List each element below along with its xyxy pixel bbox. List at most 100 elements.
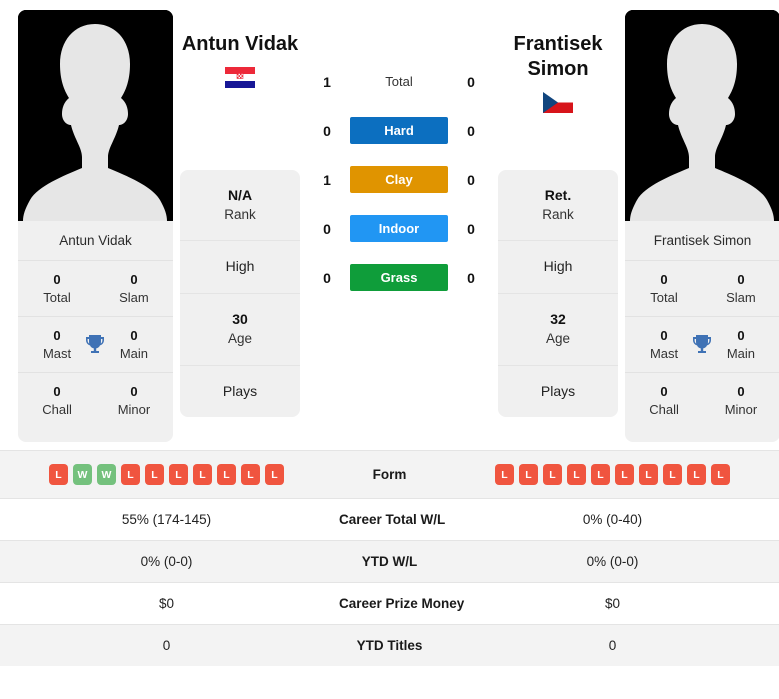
- trophy-icon: [689, 333, 716, 357]
- form-badge-loss[interactable]: L: [591, 464, 610, 486]
- label: Chall: [42, 401, 72, 417]
- form-badge-win[interactable]: W: [97, 464, 116, 486]
- left-player-cell: $0: [158, 596, 175, 612]
- value: 0: [660, 384, 668, 400]
- right-player-card-name: Frantisek Simon: [625, 221, 779, 260]
- form-badge-loss[interactable]: L: [241, 464, 260, 486]
- right-high-block: High: [498, 241, 618, 295]
- form-badge-loss[interactable]: L: [543, 464, 562, 486]
- h2h-row-hard: 0 Hard 0: [304, 117, 494, 144]
- h2h-row-clay: 1 Clay 0: [304, 166, 494, 193]
- form-badge-loss[interactable]: L: [519, 464, 538, 486]
- form-badge-loss[interactable]: L: [193, 464, 212, 486]
- h2h-left-value: 0: [323, 269, 331, 286]
- stat-label-cell: YTD Titles: [356, 638, 423, 654]
- left-total-titles: 0 Total: [32, 271, 82, 306]
- left-rank-label: Rank: [224, 206, 256, 222]
- right-rank-value: Ret.: [544, 187, 572, 203]
- left-slam-titles: 0 Slam: [109, 271, 159, 306]
- label: Total: [650, 289, 678, 305]
- right-total-titles: 0 Total: [639, 271, 689, 306]
- right-rank-label: Rank: [542, 206, 574, 222]
- right-plays-label: Plays: [540, 382, 576, 399]
- left-rank-block: N/A Rank: [180, 170, 300, 242]
- form-badge-loss[interactable]: L: [495, 464, 514, 486]
- left-player-card-name: Antun Vidak: [18, 221, 173, 260]
- right-mast-titles: 0 Mast: [639, 327, 689, 362]
- right-chall-titles: 0 Chall: [639, 383, 689, 418]
- h2h-row-total: 1 Total 0: [304, 68, 494, 95]
- form-badge-loss[interactable]: L: [265, 464, 284, 486]
- left-age-value: 30: [232, 311, 248, 328]
- right-player-cell: LLLLLLLLLL: [446, 451, 779, 499]
- person-silhouette-icon: [18, 10, 173, 221]
- left-form-badges: LWWLLLLLLL: [6, 464, 327, 486]
- left-plays-block: Plays: [180, 366, 300, 418]
- left-player-cell: LWWLLLLLLL: [0, 451, 333, 499]
- form-badge-win[interactable]: W: [73, 464, 92, 486]
- right-player-column: Frantisek Simon 0 Total 0 Slam 0 Mast 0 …: [625, 10, 779, 443]
- form-badge-loss[interactable]: L: [639, 464, 658, 486]
- left-player-cell: 55% (174-145): [121, 512, 212, 528]
- left-player-column: Antun Vidak 0 Total 0 Slam 0 Mast 0 Main…: [18, 10, 173, 443]
- stat-label-cell: Career Prize Money: [339, 596, 465, 612]
- right-titles-grid: 0 Total 0 Slam 0 Mast 0 Main 0 Chall 0 M…: [625, 260, 779, 443]
- left-age-block: 30 Age: [180, 294, 300, 366]
- right-form-badges: LLLLLLLLLL: [452, 464, 773, 486]
- left-player-name: Antun Vidak: [181, 33, 299, 55]
- right-player-cell: 0: [608, 638, 617, 654]
- value: 0: [53, 384, 61, 400]
- right-player-photo: [625, 10, 779, 221]
- form-badge-loss[interactable]: L: [49, 464, 68, 486]
- h2h-left-value: 1: [323, 171, 331, 188]
- form-badge-loss[interactable]: L: [663, 464, 682, 486]
- right-player-cell: 0% (0-40): [582, 512, 643, 528]
- label: Mast: [42, 345, 72, 361]
- right-age-label: Age: [545, 330, 571, 346]
- h2h-surface-label-grass[interactable]: Grass: [350, 264, 448, 291]
- czech-flag-glyph: [543, 92, 573, 113]
- croatia-flag-icon: [225, 67, 255, 88]
- form-badge-loss[interactable]: L: [145, 464, 164, 486]
- h2h-surface-label-hard[interactable]: Hard: [350, 117, 448, 144]
- left-player-cell: 0: [162, 638, 171, 654]
- stat-label-cell: YTD W/L: [361, 554, 418, 570]
- table-row: 55% (174-145) Career Total W/L 0% (0-40): [0, 498, 779, 541]
- label: Total: [43, 289, 71, 305]
- label: Chall: [649, 401, 679, 417]
- form-badge-loss[interactable]: L: [615, 464, 634, 486]
- form-badge-loss[interactable]: L: [567, 464, 586, 486]
- table-row: $0 Career Prize Money $0: [0, 582, 779, 625]
- trophy-glyph: [693, 334, 712, 353]
- value: 0: [130, 328, 138, 344]
- form-badge-loss[interactable]: L: [217, 464, 236, 486]
- label: Minor: [724, 401, 758, 417]
- h2h-surface-label-indoor[interactable]: Indoor: [350, 215, 448, 242]
- person-silhouette-icon: [625, 10, 779, 221]
- left-high-block: High: [180, 241, 300, 295]
- table-row: 0% (0-0) YTD W/L 0% (0-0): [0, 540, 779, 583]
- form-badge-loss[interactable]: L: [169, 464, 188, 486]
- form-badge-loss[interactable]: L: [711, 464, 730, 486]
- value: 0: [737, 384, 745, 400]
- h2h-row-grass: 0 Grass 0: [304, 264, 494, 291]
- left-rank-value: N/A: [227, 187, 253, 203]
- left-player-info-column: Antun Vidak N/A Rank High 30 Age Plays: [180, 10, 300, 418]
- right-plays-block: Plays: [498, 366, 618, 418]
- h2h-surface-label-clay[interactable]: Clay: [350, 166, 448, 193]
- stats-comparison-table: L W W L L L L L L L Form L L L L L L L L L L 55% (174-145) Car…: [0, 450, 779, 667]
- trophy-glyph: [86, 334, 105, 353]
- trophy-icon: [82, 333, 109, 357]
- value: 0: [130, 384, 138, 400]
- h2h-right-value: 0: [467, 220, 475, 237]
- value: 0: [660, 328, 668, 344]
- h2h-right-value: 0: [467, 122, 475, 139]
- right-info-card: Ret. Rank High 32 Age Plays: [498, 170, 618, 418]
- right-player-cell: 0% (0-0): [586, 554, 639, 570]
- form-badge-loss[interactable]: L: [121, 464, 140, 486]
- h2h-left-value: 0: [323, 122, 331, 139]
- form-badge-loss[interactable]: L: [687, 464, 706, 486]
- right-player-info-column: Frantisek Simon Ret. Rank High 32 Age Pl…: [498, 10, 618, 418]
- value: 0: [53, 328, 61, 344]
- label: Slam: [119, 289, 149, 305]
